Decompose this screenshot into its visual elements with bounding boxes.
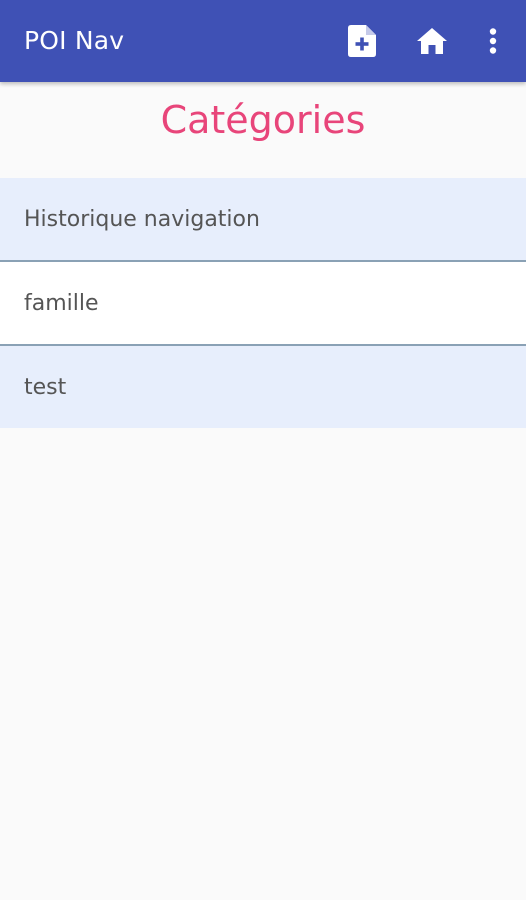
list-item[interactable]: test bbox=[0, 346, 526, 428]
overflow-menu-button[interactable] bbox=[474, 22, 512, 60]
page-title: Catégories bbox=[160, 98, 366, 142]
list-item-label: famille bbox=[24, 290, 99, 316]
list-item[interactable]: famille bbox=[0, 262, 526, 344]
app-title: POI Nav bbox=[24, 26, 125, 55]
app-bar: POI Nav bbox=[0, 0, 526, 82]
more-vert-icon bbox=[489, 28, 497, 54]
home-button[interactable] bbox=[413, 22, 451, 60]
add-document-button[interactable] bbox=[343, 22, 381, 60]
list-item[interactable]: Historique navigation bbox=[0, 178, 526, 260]
list-item-label: test bbox=[24, 374, 67, 400]
category-list: Historique navigation famille test bbox=[0, 178, 526, 428]
list-item-label: Historique navigation bbox=[24, 206, 260, 232]
note-add-icon bbox=[348, 25, 376, 57]
home-icon bbox=[417, 28, 447, 54]
